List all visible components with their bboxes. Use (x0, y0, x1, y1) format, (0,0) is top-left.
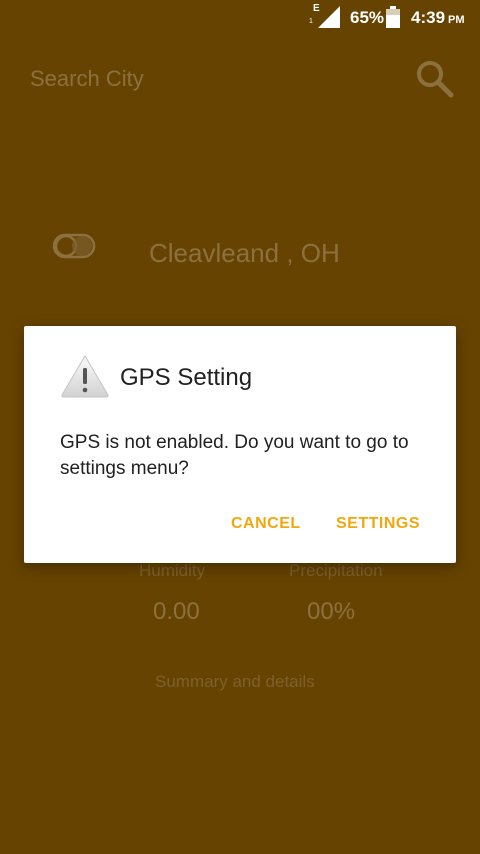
location-text: Cleavleand , OH (149, 238, 340, 268)
cancel-button[interactable]: CANCEL (231, 510, 301, 538)
clock: 4:39 PM (411, 8, 465, 30)
clock-time: 4:39 (411, 8, 446, 27)
search-input[interactable] (30, 62, 390, 96)
precipitation-label: Precipitation (289, 561, 383, 580)
dialog-title: GPS Setting (120, 364, 253, 391)
humidity-value: 0.00 (153, 598, 200, 625)
dialog-message: GPS is not enabled. Do you want to go to… (60, 432, 409, 479)
warning-icon (60, 354, 110, 398)
status-bar: E 1 65% 4:39 PM (0, 0, 480, 36)
summary-link[interactable]: Summary and details (155, 671, 315, 693)
battery-percent: 65% (350, 8, 385, 27)
settings-button[interactable]: SETTINGS (336, 510, 420, 538)
sim-index: 1 (309, 18, 313, 25)
gps-dialog: GPS Setting GPS is not enabled. Do you w… (24, 326, 456, 563)
battery-icon (386, 6, 400, 28)
signal-icon: E 1 (309, 4, 340, 28)
search-icon[interactable] (414, 58, 454, 98)
toggle-icon[interactable] (52, 232, 98, 260)
precipitation-value: 00% (307, 598, 356, 625)
clock-ampm: PM (448, 14, 465, 26)
humidity-label: Humidity (139, 561, 206, 580)
